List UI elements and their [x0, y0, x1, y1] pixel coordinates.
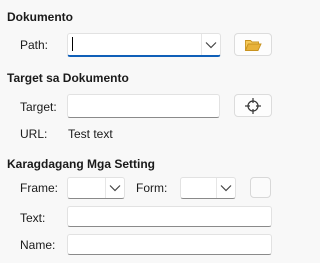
target-label: Target:: [20, 100, 57, 114]
open-file-button[interactable]: [234, 33, 272, 56]
frame-label: Frame:: [20, 181, 59, 195]
folder-open-icon: [244, 39, 262, 51]
text-label: Text:: [20, 211, 46, 225]
path-dropdown-button[interactable]: [201, 34, 220, 55]
target-in-document-button[interactable]: [234, 94, 272, 117]
events-button[interactable]: [250, 177, 271, 198]
target-input[interactable]: [67, 94, 220, 118]
frame-dropdown-button[interactable]: [105, 178, 124, 198]
path-label: Path:: [20, 38, 49, 52]
name-label: Name:: [20, 238, 56, 252]
name-input[interactable]: [67, 234, 272, 255]
text-input[interactable]: [67, 206, 272, 227]
form-combobox[interactable]: [180, 177, 236, 199]
form-label: Form:: [136, 181, 168, 195]
form-dropdown-button[interactable]: [216, 178, 235, 198]
settings-section-title: Karagdagang Mga Setting: [7, 157, 156, 171]
crosshair-icon: [245, 97, 261, 114]
target-section-title: Target sa Dokumento: [7, 71, 129, 85]
document-section-title: Dokumento: [7, 10, 73, 24]
chevron-down-icon: [205, 41, 217, 48]
url-label: URL:: [20, 127, 48, 141]
chevron-down-icon: [220, 185, 232, 192]
path-combobox[interactable]: [67, 33, 221, 57]
text-cursor: [72, 37, 73, 51]
chevron-down-icon: [109, 185, 121, 192]
url-value: Test text: [68, 127, 113, 141]
frame-combobox[interactable]: [67, 177, 125, 199]
